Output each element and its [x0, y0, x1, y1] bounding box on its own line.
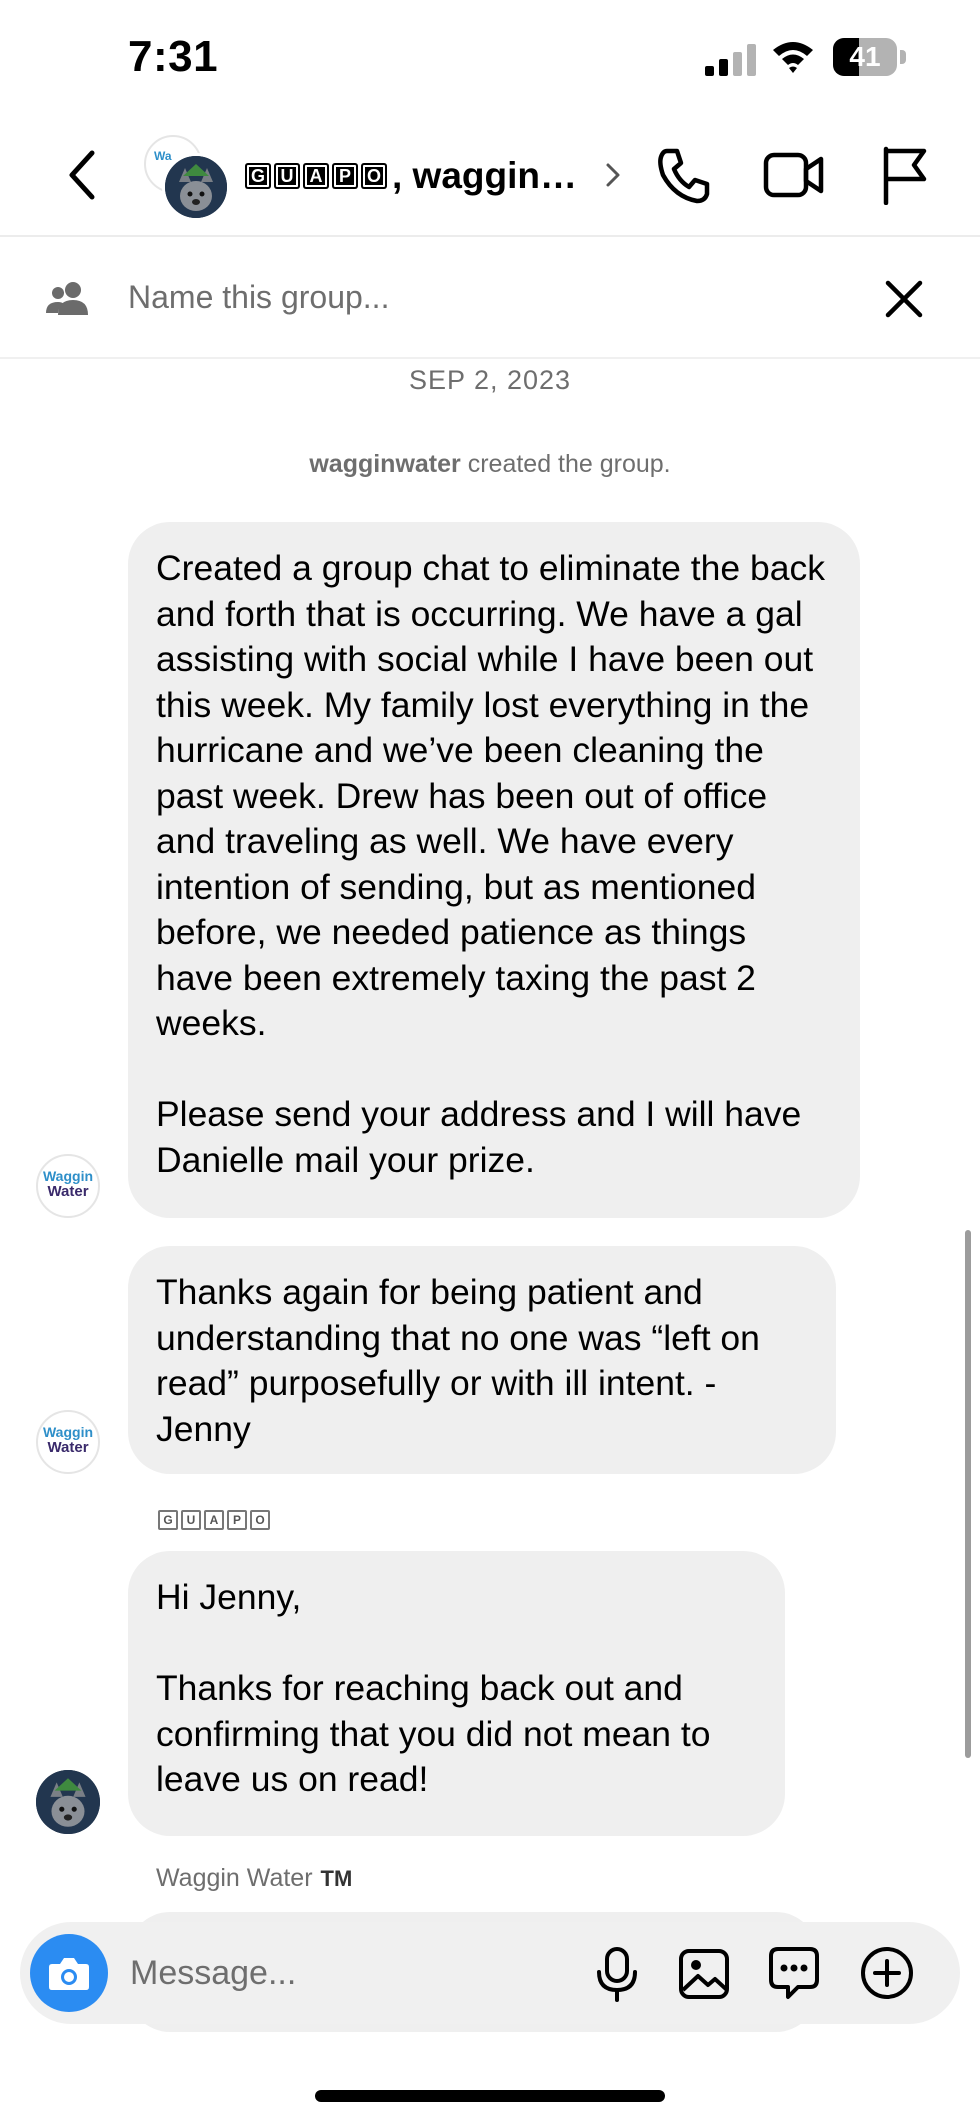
close-icon[interactable] [882, 277, 926, 321]
battery-indicator: 41 [833, 38, 907, 76]
video-camera-icon[interactable] [763, 149, 825, 201]
title-letter: U [274, 163, 300, 189]
sticker-icon[interactable] [768, 1946, 820, 2000]
system-message-user[interactable]: wagginwater [309, 450, 460, 478]
avatar-guapo[interactable] [36, 1770, 100, 1834]
message-input[interactable] [130, 1944, 570, 2002]
avatar-waggin-water[interactable]: Waggin Water [36, 1154, 100, 1218]
sender-letter: O [250, 1510, 270, 1530]
sender-letter: P [227, 1510, 247, 1530]
camera-icon [49, 1958, 89, 1990]
scrollbar[interactable] [965, 1230, 971, 1758]
group-title[interactable]: G U A P O , waggin… [245, 151, 577, 201]
plus-circle-icon[interactable] [860, 1946, 914, 2000]
trademark-mark: TM [320, 1866, 353, 1891]
sender-letter: G [158, 1510, 178, 1530]
system-message-text: created the group. [460, 450, 671, 478]
system-message: wagginwater created the group. [0, 450, 980, 479]
avatar-waggin-water[interactable]: Waggin Water [36, 1410, 100, 1474]
people-icon [46, 282, 88, 315]
camera-button[interactable] [30, 1934, 108, 2012]
status-time: 7:31 [128, 32, 219, 81]
group-name-input[interactable] [128, 269, 828, 325]
chat-header: Wa G U A P O , waggin… [0, 115, 980, 237]
chevron-right-icon[interactable] [603, 157, 623, 193]
title-letter: A [303, 163, 329, 189]
cellular-signal-icon [705, 44, 756, 76]
gallery-icon[interactable] [678, 1948, 730, 2000]
message-bubble[interactable]: Created a group chat to eliminate the ba… [128, 522, 860, 1218]
back-chevron-icon[interactable] [58, 145, 108, 205]
status-bar: 7:31 41 [0, 0, 980, 115]
wifi-icon [773, 42, 813, 73]
group-avatar[interactable]: Wa [144, 135, 230, 221]
sender-letter: A [204, 1510, 224, 1530]
title-letter: O [361, 163, 387, 189]
title-letter: P [332, 163, 358, 189]
date-separator: SEP 2, 2023 [408, 365, 572, 395]
battery-percent: 41 [849, 41, 881, 72]
phone-icon[interactable] [655, 145, 711, 205]
sender-letter: U [181, 1510, 201, 1530]
title-letter: G [245, 163, 271, 189]
home-indicator[interactable] [315, 2090, 665, 2102]
title-rest: , waggin… [392, 155, 577, 196]
microphone-icon[interactable] [594, 1946, 640, 2002]
avatar-guapo-small [162, 153, 230, 221]
sender-name-text: Waggin Water [156, 1864, 313, 1892]
group-name-row [0, 237, 980, 359]
sender-name-guapo: G U A P O [158, 1510, 273, 1530]
message-bubble[interactable]: Hi Jenny, Thanks for reaching back out a… [128, 1551, 785, 1836]
flag-icon[interactable] [880, 145, 930, 205]
sender-name-waggin-water: Waggin Water TM [156, 1864, 352, 1893]
message-composer [20, 1922, 960, 2024]
message-bubble[interactable]: Thanks again for being patient and under… [128, 1246, 836, 1474]
